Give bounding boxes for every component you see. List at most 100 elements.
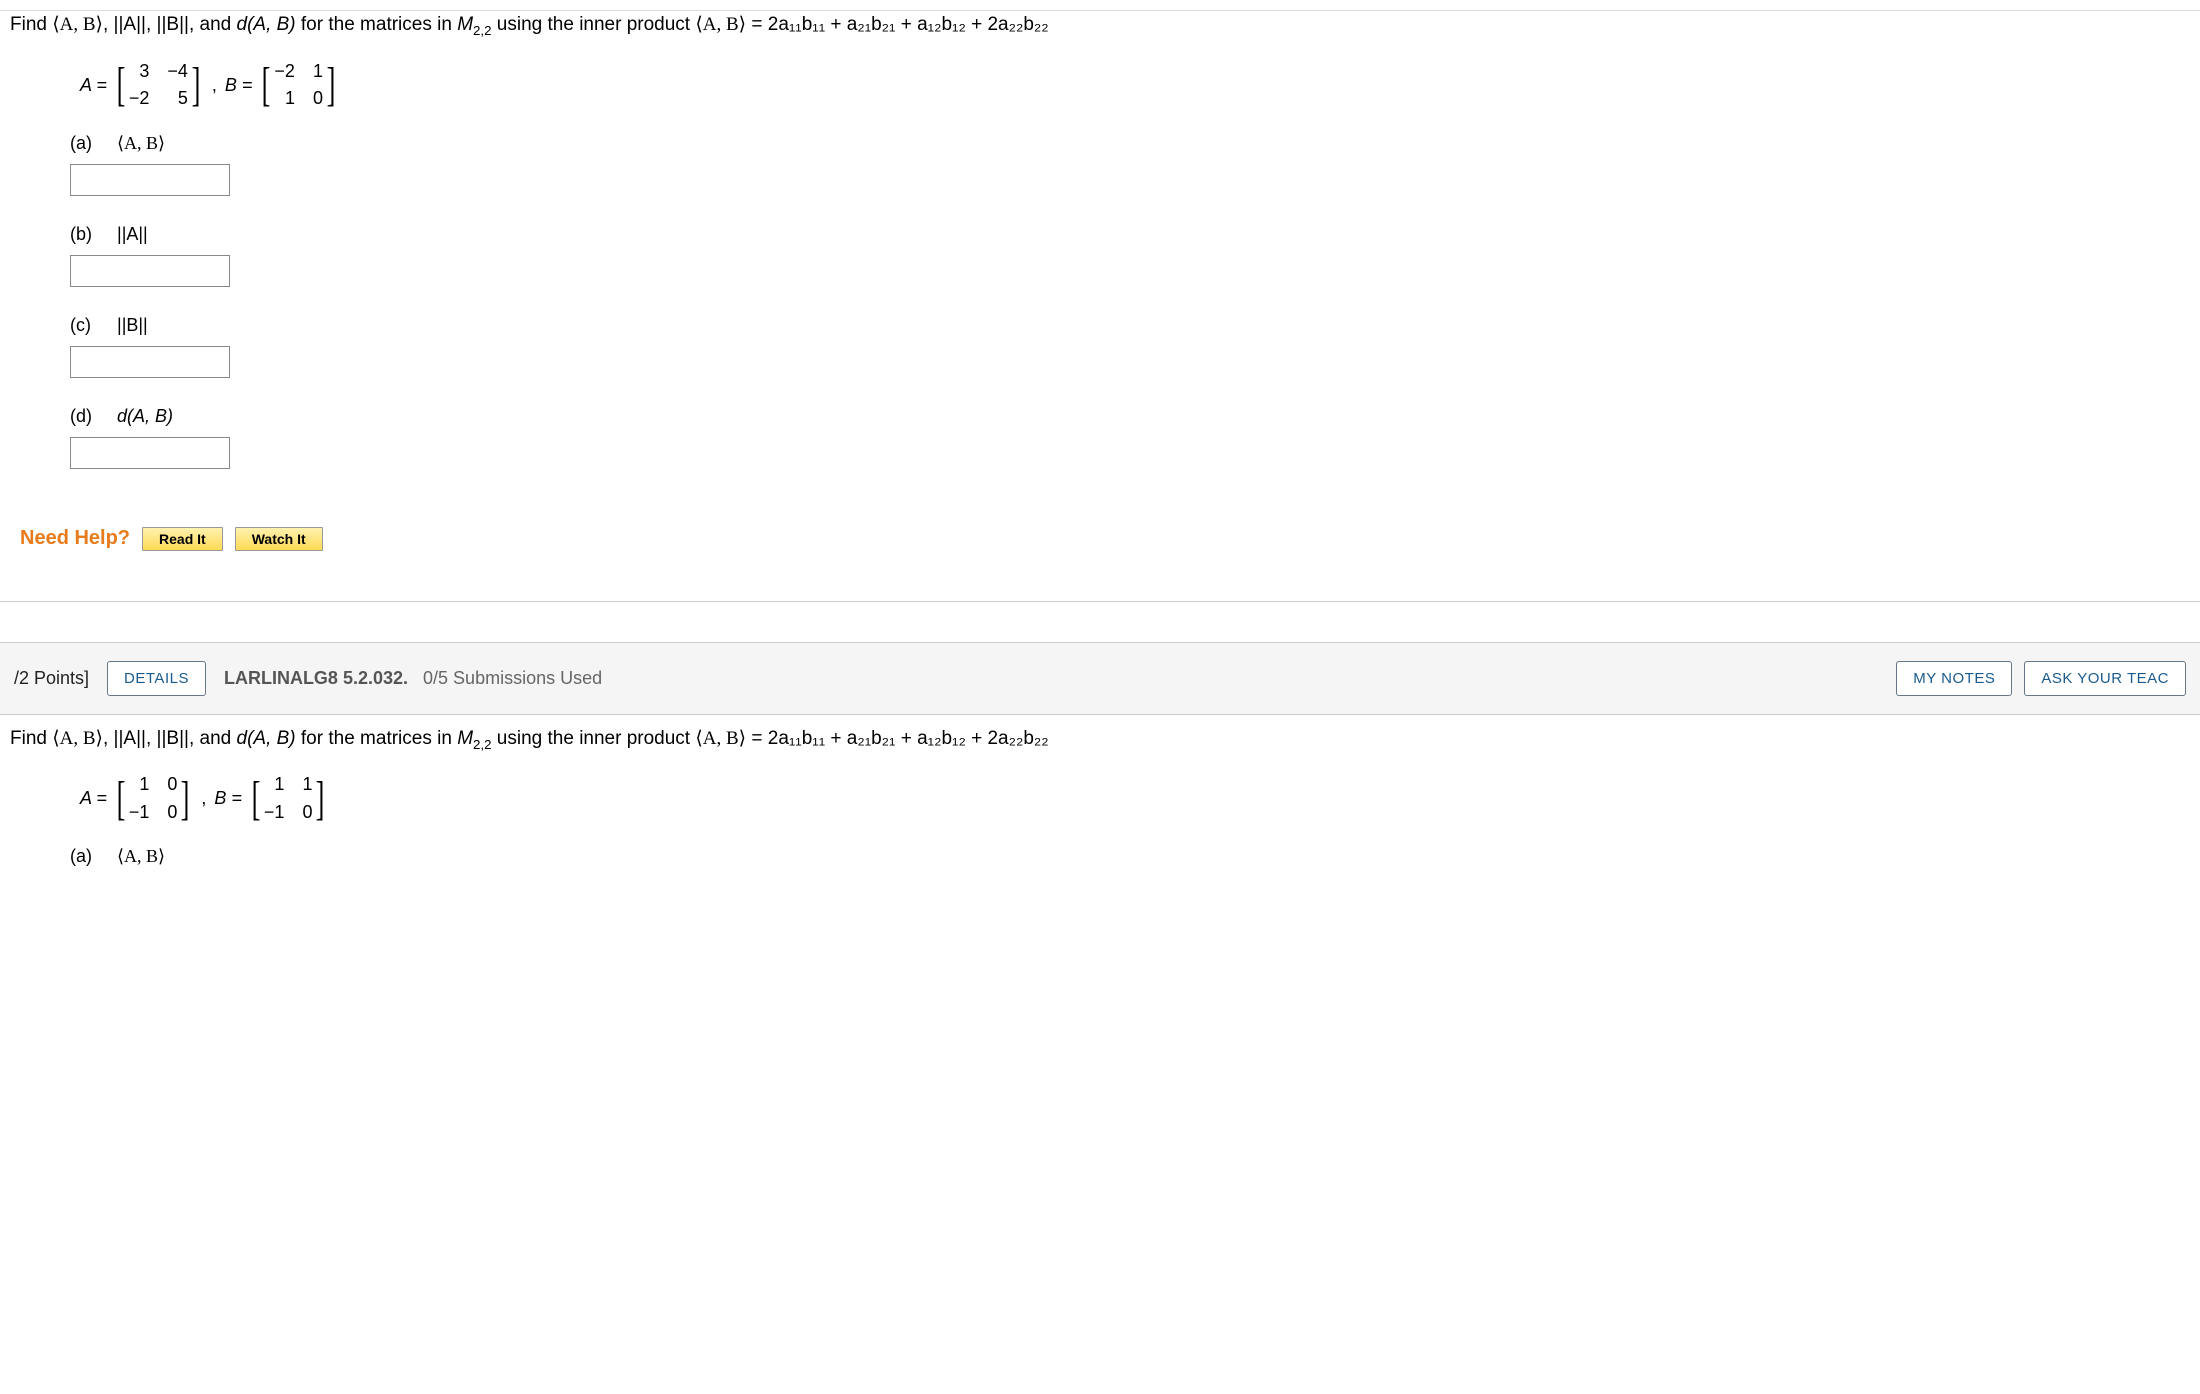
matrix-b: B = [ 1 1 −1 0 ] [214, 769, 328, 828]
matrix-cell: −2 [274, 60, 295, 83]
points-label: /2 Points] [14, 668, 89, 689]
matrix-cell: −2 [129, 87, 150, 110]
part-label: (a) [70, 133, 112, 154]
separator-comma: , [212, 75, 217, 96]
distance-ab: d(A, B) [237, 728, 296, 749]
answer-parts: (a) ⟨A, B⟩ [0, 838, 2200, 867]
matrix-definitions: A = [ 3 −4 −2 5 ] , B = [ −2 1 1 0 ] [0, 48, 2200, 125]
matrix-cell: −1 [264, 801, 285, 824]
part-label: (a) [70, 846, 112, 867]
part-label: (b) [70, 224, 112, 245]
prompt-text: Find [10, 14, 52, 35]
watch-it-button[interactable]: Watch It [235, 527, 323, 551]
answer-input-c[interactable] [70, 346, 230, 378]
matrix-cell: 1 [302, 773, 312, 796]
separator-comma: , [201, 788, 206, 809]
prompt-mid2: using the inner product [497, 14, 696, 35]
part-expr: d(A, B) [117, 406, 173, 427]
matrix-cell: 0 [167, 773, 177, 796]
matrix-cell: −1 [129, 801, 150, 824]
bracket-icon: ] [327, 59, 336, 111]
part-expr: ⟨A, B⟩ [117, 846, 165, 867]
inner-product-ab: ⟨A, B⟩ [52, 14, 103, 35]
matrix-b-label: B = [225, 75, 253, 96]
part-expr: ||B|| [117, 315, 148, 336]
submissions-count: 0/5 Submissions Used [423, 668, 602, 688]
bracket-icon: [ [116, 773, 125, 825]
need-help-row: Need Help? Read It Watch It [0, 507, 2200, 581]
norm-b: ||B|| [157, 728, 189, 749]
prompt-mid: for the matrices in [301, 14, 457, 35]
header-right: MY NOTES ASK YOUR TEAC [1896, 661, 2186, 696]
part-c: (c) ||B|| [70, 315, 2190, 378]
question-prompt: Find ⟨A, B⟩, ||A||, ||B||, and d(A, B) f… [0, 10, 2200, 48]
matrix-b-label: B = [214, 788, 242, 809]
my-notes-button[interactable]: MY NOTES [1896, 661, 2012, 696]
part-a: (a) ⟨A, B⟩ [70, 133, 2190, 196]
matrix-b-grid: −2 1 1 0 [268, 56, 329, 115]
part-expr: ||A|| [117, 224, 148, 245]
matrix-cell: 1 [129, 773, 150, 796]
question-2: Find ⟨A, B⟩, ||A||, ||B||, and d(A, B) f… [0, 715, 2200, 888]
matrix-a: A = [ 3 −4 −2 5 ] [80, 56, 204, 115]
matrix-a-grid: 3 −4 −2 5 [123, 56, 194, 115]
matrix-cell: 0 [302, 801, 312, 824]
prompt-mid2: using the inner product [497, 728, 696, 749]
answer-input-a[interactable] [70, 164, 230, 196]
header-left: /2 Points] DETAILS LARLINALG8 5.2.032. 0… [14, 661, 602, 696]
matrix-a: A = [ 1 0 −1 0 ] [80, 769, 193, 828]
ip-def-lhs: ⟨A, B⟩ [695, 14, 746, 35]
part-b: (b) ||A|| [70, 224, 2190, 287]
norm-a: ||A|| [114, 14, 146, 35]
space-sub: 2,2 [473, 736, 492, 751]
part-expr: ⟨A, B⟩ [117, 133, 165, 154]
matrix-a-label: A = [80, 788, 107, 809]
matrix-cell: 1 [313, 60, 323, 83]
space-sub: 2,2 [473, 23, 492, 38]
space-name: M [457, 728, 473, 749]
section-divider [0, 601, 2200, 602]
ip-def-lhs: ⟨A, B⟩ [695, 728, 746, 749]
question-header: /2 Points] DETAILS LARLINALG8 5.2.032. 0… [0, 642, 2200, 715]
part-d: (d) d(A, B) [70, 406, 2190, 469]
bracket-icon: ] [181, 773, 190, 825]
matrix-a-label: A = [80, 75, 107, 96]
question-prompt: Find ⟨A, B⟩, ||A||, ||B||, and d(A, B) f… [0, 725, 2200, 762]
question-1: Find ⟨A, B⟩, ||A||, ||B||, and d(A, B) f… [0, 0, 2200, 601]
ip-def-rhs: = 2a₁₁b₁₁ + a₂₁b₂₁ + a₁₂b₁₂ + 2a₂₂b₂₂ [746, 728, 1049, 749]
space-name: M [457, 14, 473, 35]
norm-a: ||A|| [114, 728, 146, 749]
matrix-b-grid: 1 1 −1 0 [258, 769, 319, 828]
matrix-cell: 5 [167, 87, 188, 110]
bracket-icon: [ [252, 773, 261, 825]
matrix-b: B = [ −2 1 1 0 ] [225, 56, 339, 115]
inner-product-ab: ⟨A, B⟩ [52, 728, 103, 749]
need-help-label: Need Help? [20, 527, 130, 550]
ask-teacher-button[interactable]: ASK YOUR TEAC [2024, 661, 2186, 696]
norm-b: ||B|| [157, 14, 189, 35]
bracket-icon: ] [316, 773, 325, 825]
part-label: (d) [70, 406, 112, 427]
ip-def-rhs: = 2a₁₁b₁₁ + a₂₁b₂₁ + a₁₂b₁₂ + 2a₂₂b₂₂ [746, 14, 1049, 35]
matrix-cell: −4 [167, 60, 188, 83]
matrix-cell: 3 [129, 60, 150, 83]
matrix-definitions: A = [ 1 0 −1 0 ] , B = [ 1 1 −1 0 ] [0, 761, 2200, 838]
matrix-cell: 0 [167, 801, 177, 824]
distance-ab: d(A, B) [237, 14, 296, 35]
details-button[interactable]: DETAILS [107, 661, 206, 696]
answer-input-b[interactable] [70, 255, 230, 287]
bracket-icon: [ [116, 59, 125, 111]
exercise-ref: LARLINALG8 5.2.032. [224, 668, 408, 688]
bracket-icon: ] [192, 59, 201, 111]
part-label: (c) [70, 315, 112, 336]
read-it-button[interactable]: Read It [142, 527, 223, 551]
answer-input-d[interactable] [70, 437, 230, 469]
prompt-text: Find [10, 728, 52, 749]
matrix-cell: 1 [264, 773, 285, 796]
matrix-a-grid: 1 0 −1 0 [123, 769, 184, 828]
matrix-cell: 1 [274, 87, 295, 110]
prompt-mid: for the matrices in [301, 728, 457, 749]
answer-parts: (a) ⟨A, B⟩ (b) ||A|| (c) ||B|| (d) d(A, … [0, 125, 2200, 507]
bracket-icon: [ [262, 59, 271, 111]
matrix-cell: 0 [313, 87, 323, 110]
